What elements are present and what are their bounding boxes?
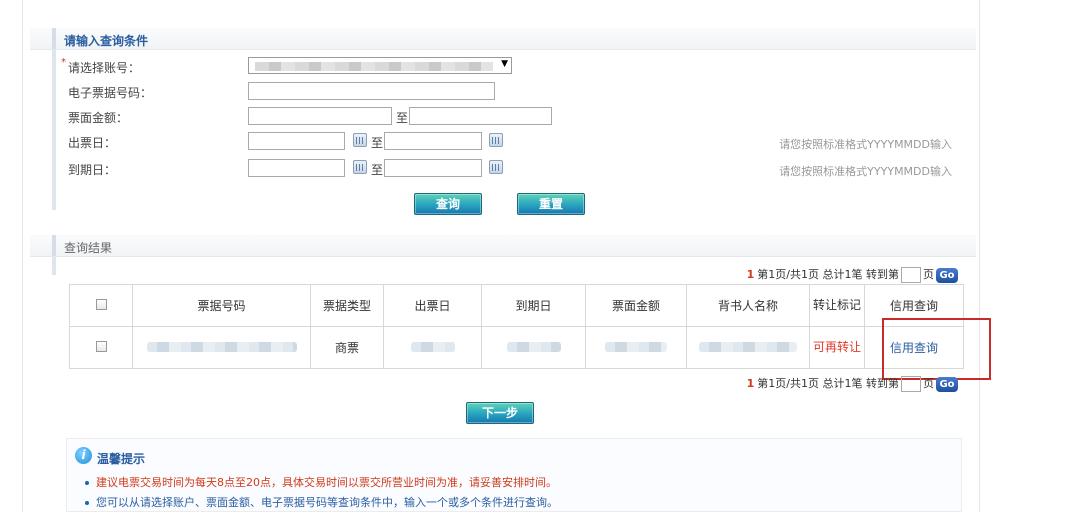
column-header: 出票日: [383, 284, 482, 327]
account-select-value: [255, 62, 493, 71]
query-results-title: 查询结果: [64, 241, 113, 255]
tip-line: 您可以从请选择账户、票面金额、电子票据号码等查询条件中，输入一个或多个条件进行查…: [85, 494, 558, 510]
highlight-box: [882, 318, 991, 380]
due-date-to-label: 至: [371, 163, 384, 177]
calendar-icon[interactable]: [489, 160, 503, 174]
calendar-icon[interactable]: [489, 133, 503, 147]
required-mark: *: [61, 57, 66, 68]
select-all-checkbox[interactable]: [95, 298, 107, 310]
pager-bottom: 1 第1页/共1页 总计1笔 转到第 页 Go: [747, 375, 958, 393]
query-button[interactable]: 查询: [414, 193, 482, 215]
bill-no-input[interactable]: [248, 82, 495, 100]
calendar-icon[interactable]: [353, 160, 367, 174]
calendar-icon[interactable]: [353, 133, 367, 147]
amount-row: 票面金额： 至: [68, 107, 968, 127]
redacted-value: [410, 341, 455, 352]
amount-cell: [585, 326, 687, 369]
current-page-number: 1: [746, 268, 755, 281]
page-unit: 页: [923, 377, 934, 390]
next-step-button[interactable]: 下一步: [466, 402, 534, 424]
dropdown-arrow-icon: ▼: [501, 59, 508, 69]
current-page-number: 1: [746, 377, 755, 390]
tips-title: 温馨提示: [97, 452, 146, 466]
redacted-value: [146, 341, 297, 352]
column-header: 票据类型: [310, 284, 384, 327]
table-row: 商票 可再转让 信用查询: [69, 326, 964, 369]
column-header: 转让标记: [809, 284, 865, 327]
select-all-cell: [69, 284, 133, 327]
bullet-icon: [85, 481, 89, 485]
header-accent-bar: [52, 28, 56, 49]
bill-type-cell: 商票: [310, 326, 384, 369]
pager-summary: 第1页/共1页 总计1笔 转到第: [757, 377, 899, 390]
bill-no-cell: [132, 326, 311, 369]
info-icon: i: [75, 447, 92, 464]
row-select-cell: [69, 326, 133, 369]
page-jump-input[interactable]: [901, 267, 921, 283]
due-date-cell: [481, 326, 586, 369]
account-row: * 请选择账号： ▼: [61, 57, 968, 77]
bullet-icon: [85, 501, 89, 505]
row-checkbox[interactable]: [95, 340, 107, 352]
page-unit: 页: [923, 268, 934, 281]
account-label: 请选择账号：: [68, 61, 141, 75]
go-button[interactable]: Go: [936, 376, 958, 392]
due-date-label: 到期日：: [68, 163, 117, 177]
column-header: 票据号码: [132, 284, 311, 327]
tip-line: 建议电票交易时间为每天8点至20点，具体交易时间以票交所营业时间为准，请妥善安排…: [85, 474, 557, 490]
go-button[interactable]: Go: [936, 267, 958, 283]
tip-text: 您可以从请选择账户、票面金额、电子票据号码等查询条件中，输入一个或多个条件进行查…: [96, 496, 558, 509]
due-date-hint: 请您按照标准格式YYYYMMDD输入: [779, 165, 952, 178]
query-results-header: 查询结果: [30, 235, 976, 257]
amount-to-label: 至: [396, 111, 409, 125]
tip-text: 建议电票交易时间为每天8点至20点，具体交易时间以票交所营业时间为准，请妥善安排…: [96, 476, 557, 489]
redacted-value: [605, 341, 667, 352]
column-header: 票面金额: [585, 284, 687, 327]
amount-max-input[interactable]: [409, 107, 552, 125]
section-divider: [52, 50, 56, 210]
pager-summary: 第1页/共1页 总计1笔 转到第: [757, 268, 899, 281]
account-select[interactable]: ▼: [248, 57, 512, 74]
issue-date-hint: 请您按照标准格式YYYYMMDD输入: [779, 138, 952, 151]
issue-date-end-input[interactable]: [384, 132, 482, 150]
bill-no-row: 电子票据号码：: [68, 82, 968, 102]
reset-button[interactable]: 重置: [517, 193, 585, 215]
pager-top: 1 第1页/共1页 总计1笔 转到第 页 Go: [747, 266, 958, 284]
due-date-row: 到期日： 至 请您按照标准格式YYYYMMDD输入: [68, 159, 968, 179]
section-divider: [52, 257, 56, 275]
issue-date-cell: [383, 326, 482, 369]
issue-date-row: 出票日： 至 请您按照标准格式YYYYMMDD输入: [68, 132, 968, 152]
page-jump-input[interactable]: [901, 376, 921, 392]
issue-date-start-input[interactable]: [248, 132, 345, 150]
redacted-value: [699, 341, 797, 352]
query-conditions-title: 请输入查询条件: [64, 34, 149, 48]
column-header: 到期日: [481, 284, 586, 327]
endorser-cell: [686, 326, 810, 369]
amount-label: 票面金额：: [68, 111, 129, 125]
issue-date-to-label: 至: [371, 136, 384, 150]
transfer-flag-cell: 可再转让: [809, 326, 865, 369]
redacted-value: [506, 341, 561, 352]
header-accent-bar: [52, 235, 56, 256]
issue-date-label: 出票日：: [68, 136, 117, 150]
tips-panel: i 温馨提示 建议电票交易时间为每天8点至20点，具体交易时间以票交所营业时间为…: [66, 438, 962, 512]
amount-min-input[interactable]: [248, 107, 392, 125]
due-date-end-input[interactable]: [384, 159, 482, 177]
bill-no-label: 电子票据号码：: [68, 86, 153, 100]
column-header: 背书人名称: [686, 284, 810, 327]
query-conditions-header: 请输入查询条件: [30, 28, 976, 50]
table-header-row: 票据号码 票据类型 出票日 到期日 票面金额 背书人名称 转让标记 信用查询: [69, 284, 964, 327]
results-table: 票据号码 票据类型 出票日 到期日 票面金额 背书人名称 转让标记 信用查询 商…: [69, 284, 964, 369]
due-date-start-input[interactable]: [248, 159, 345, 177]
